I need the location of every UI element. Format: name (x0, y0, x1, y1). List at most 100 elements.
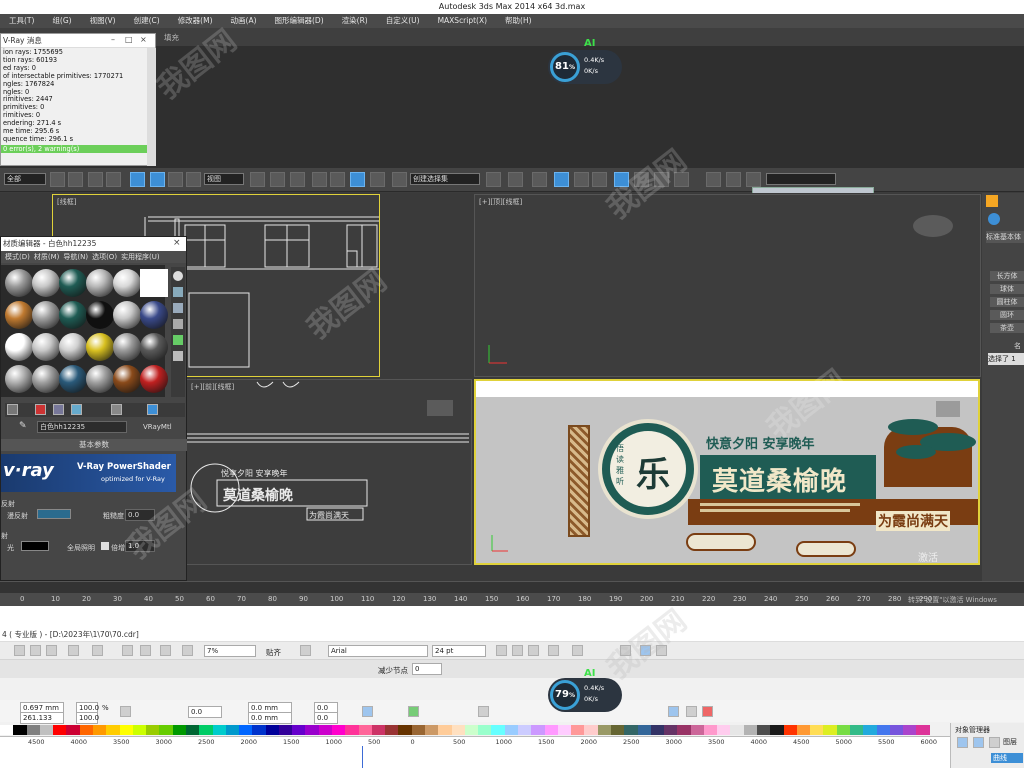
menu-graph-editors[interactable]: 图形编辑器(D) (266, 14, 333, 28)
palette-swatch[interactable] (371, 725, 386, 735)
angle-snap-icon[interactable] (330, 172, 345, 187)
palette-swatch[interactable] (664, 725, 678, 735)
curve-object-item[interactable]: 曲线 (991, 753, 1023, 763)
track-bar[interactable]: 0 10 20 30 40 50 60 70 80 90 100 110 120 130 140 150 160… (0, 593, 1024, 606)
close-icon[interactable]: × (173, 238, 181, 248)
palette-swatch[interactable] (345, 725, 359, 735)
spinner-snap-icon[interactable] (370, 172, 385, 187)
palette-swatch[interactable] (172, 725, 186, 735)
palette-swatch[interactable] (385, 725, 399, 735)
material-sample-slot[interactable] (86, 365, 114, 393)
vray-messages-window[interactable]: V-Ray 消息 – □ × ion rays: 1755695 tion ray… (0, 33, 156, 166)
menu-navigation[interactable]: 导航(N) (63, 253, 88, 261)
menu-help[interactable]: 帮助(H) (496, 14, 541, 28)
reduce-nodes-input[interactable]: 0 (412, 663, 442, 675)
material-sample-slot[interactable] (113, 333, 141, 361)
viewcube-icon[interactable] (913, 215, 953, 237)
menu-view[interactable]: 视图(V) (81, 14, 125, 28)
publish-icon[interactable] (160, 645, 171, 656)
material-sample-slot[interactable] (113, 269, 141, 297)
get-material-icon[interactable] (7, 404, 18, 415)
material-sample-slot[interactable] (32, 301, 60, 329)
backlight-icon[interactable] (173, 287, 183, 297)
pivot-icon[interactable] (250, 172, 265, 187)
palette-swatch[interactable] (66, 725, 80, 735)
maximize-icon[interactable]: □ (125, 35, 133, 44)
material-sample-slot[interactable] (32, 269, 60, 297)
viewcube-icon[interactable] (936, 401, 960, 417)
palette-swatch[interactable] (212, 725, 226, 735)
menu-options[interactable]: 选项(O) (92, 253, 117, 261)
sample-type-icon[interactable] (173, 271, 183, 281)
scale-icon[interactable] (168, 172, 183, 187)
palette-swatch[interactable] (889, 725, 904, 735)
palette-swatch[interactable] (305, 725, 319, 735)
palette-swatch[interactable] (531, 725, 545, 735)
select-icon[interactable] (50, 172, 65, 187)
material-sample-slot[interactable] (113, 365, 141, 393)
material-sample-slot[interactable] (59, 269, 87, 297)
material-sample-slot[interactable] (5, 333, 33, 361)
sphere-button[interactable]: 球体 (990, 284, 1024, 294)
palette-swatch[interactable] (478, 725, 492, 735)
palette-swatch[interactable] (53, 725, 67, 735)
copy-icon[interactable] (30, 645, 41, 656)
zoom-level-dropdown[interactable]: 7% (204, 645, 256, 657)
lock-ratio-icon[interactable] (120, 706, 131, 717)
underline-icon[interactable] (528, 645, 539, 656)
object-type-dropdown[interactable]: 标准基本体 (986, 231, 1024, 243)
bold-icon[interactable] (496, 645, 507, 656)
palette-swatch[interactable] (544, 725, 558, 735)
palette-swatch[interactable] (185, 725, 200, 735)
material-sample-slot[interactable] (59, 365, 87, 393)
palette-swatch[interactable] (332, 725, 346, 735)
torus-button[interactable]: 圆环 (990, 310, 1024, 320)
make-preview-icon[interactable] (173, 351, 183, 361)
material-sample-slot[interactable] (86, 301, 114, 329)
menu-utilities[interactable]: 实用程序(U) (121, 253, 160, 261)
palette-swatch[interactable] (106, 725, 120, 735)
background-icon[interactable] (173, 303, 183, 313)
menu-customize[interactable]: 自定义(U) (377, 14, 429, 28)
network-speed-widget-bottom[interactable]: 79% 0.4K/s 0K/s (548, 678, 622, 712)
palette-swatch[interactable] (730, 725, 744, 735)
italic-icon[interactable] (512, 645, 523, 656)
palette-swatch[interactable] (398, 725, 412, 735)
material-name-field[interactable]: 白色hh12235 (37, 421, 127, 433)
palette-swatch[interactable] (916, 725, 930, 735)
palette-swatch[interactable] (571, 725, 585, 735)
layer-manager-icon[interactable] (532, 172, 547, 187)
y-offset-input[interactable]: 0.0 mm (248, 712, 292, 724)
viewport-top-right[interactable]: [+][顶][线框] (474, 194, 981, 377)
palette-swatch[interactable] (225, 725, 240, 735)
material-sample-slot[interactable] (5, 269, 33, 297)
new-layer-icon[interactable] (989, 737, 1000, 748)
palette-swatch[interactable] (159, 725, 173, 735)
keyboard-shortcut-icon[interactable] (290, 172, 305, 187)
gi-checkbox[interactable] (101, 542, 109, 550)
menu-maxscript[interactable]: MAXScript(X) (429, 14, 496, 28)
geometry-icon[interactable] (988, 213, 1000, 225)
material-sample-slot[interactable] (140, 365, 168, 393)
palette-swatch[interactable] (597, 725, 611, 735)
basic-params-rollout[interactable]: 基本参数 (1, 439, 187, 451)
delete-icon[interactable] (35, 404, 46, 415)
material-sample-slot[interactable] (32, 333, 60, 361)
material-sample-slot[interactable] (140, 301, 168, 329)
page-view-icon[interactable] (957, 737, 968, 748)
edit-named-sel-icon[interactable] (392, 172, 407, 187)
palette-swatch[interactable] (677, 725, 691, 735)
reflect-swatch[interactable] (21, 541, 49, 551)
sample-slots[interactable] (1, 265, 168, 397)
zoom-icon[interactable] (182, 645, 193, 656)
transform-gizmo-icon[interactable] (270, 172, 285, 187)
minimize-icon[interactable]: – (111, 35, 115, 44)
palette-swatch[interactable] (425, 725, 439, 735)
angle-input[interactable]: 0.0 (188, 706, 222, 718)
teapot-button[interactable]: 茶壶 (990, 323, 1024, 333)
material-sample-slot[interactable] (5, 365, 33, 393)
palette-swatch[interactable] (610, 725, 625, 735)
drawing-canvas[interactable] (0, 746, 950, 768)
palette-swatch[interactable] (146, 725, 160, 735)
align-icon[interactable] (508, 172, 523, 187)
